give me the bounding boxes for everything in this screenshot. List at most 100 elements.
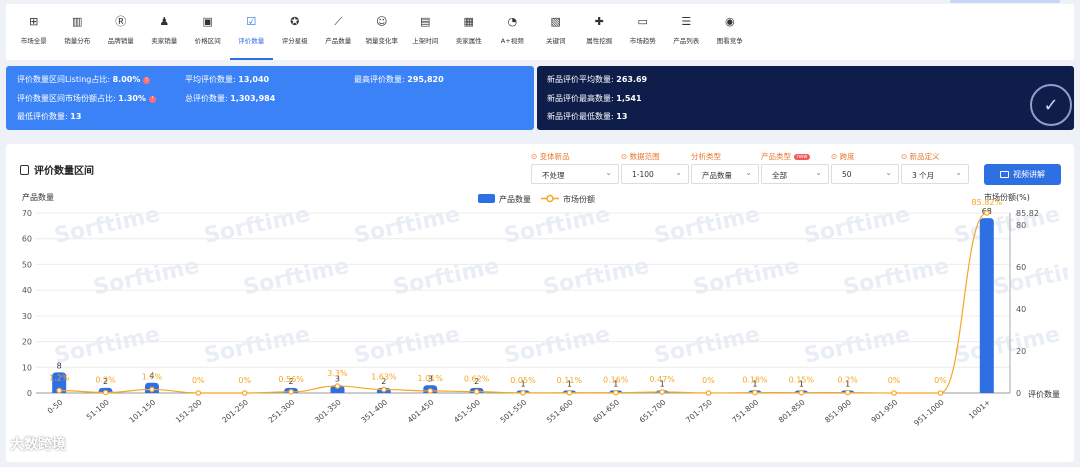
- nav-tab-6[interactable]: ✪ 评分星级: [273, 4, 317, 60]
- bar-value-label: 8: [57, 361, 62, 370]
- share-value-label: 3.3%: [327, 369, 348, 378]
- y-right-tick-label: 40: [1016, 305, 1026, 314]
- share-value-label: 0%: [192, 376, 205, 385]
- filter-select[interactable]: 不处理 ⌄: [531, 164, 619, 184]
- nav-tab-16[interactable]: ◉ 图看竞争: [708, 4, 752, 60]
- puzzle-icon: ✚: [594, 15, 604, 28]
- warning-icon[interactable]: !: [143, 77, 151, 84]
- y-right-tick-label: 80: [1016, 221, 1026, 230]
- nav-tab-8[interactable]: ☺ 销量变化率: [360, 4, 404, 60]
- share-value-label: 0.15%: [789, 376, 815, 385]
- panel-title-text: 评价数量区间: [34, 166, 94, 177]
- x-tick-label: 701-750: [684, 397, 714, 424]
- share-value-label: 0%: [702, 376, 715, 385]
- nav-tab-5[interactable]: ☑ 评价数量: [229, 4, 273, 60]
- new-avg-label: 新品评价平均数量:: [547, 75, 614, 84]
- list-icon: ☰: [681, 15, 692, 28]
- share-value-label: 0%: [238, 376, 251, 385]
- share-point: [937, 390, 944, 396]
- new-min-value: 13: [616, 112, 628, 121]
- nav-tab-4[interactable]: ▣ 价格区间: [186, 4, 230, 60]
- analysis-nav: ⊞ 市场全景 ▥ 销量分布 Ⓡ 品牌销量 ♟ 卖家销量 ▣ 价格区间 ☑ 评价数量 ✪ 评分星级 ⟋ 产品数量…: [6, 4, 1074, 60]
- share-point: [56, 387, 62, 394]
- y-tick-label: 40: [22, 286, 32, 295]
- filter-select[interactable]: 1-100 ⌄: [621, 164, 689, 184]
- nav-tab-3[interactable]: ♟ 卖家销量: [143, 4, 187, 60]
- chart-watermark: Sorftime: [391, 254, 501, 301]
- chart-watermark: Sorftime: [241, 254, 351, 301]
- filter-label: ⊙ 新品定义: [901, 151, 940, 162]
- nav-tab-1[interactable]: ▥ 销量分布: [56, 4, 100, 60]
- filter-label-text: 分析类型: [691, 152, 721, 161]
- share-point: [241, 390, 248, 396]
- share-point: [149, 386, 155, 393]
- chart-watermark: Sorftime: [352, 202, 462, 249]
- nav-tab-12[interactable]: ▧ 关键词: [534, 4, 578, 60]
- x-tick-label: 251-300: [267, 397, 297, 424]
- video-tutorial-button[interactable]: 视频讲解: [984, 164, 1061, 185]
- filter-select[interactable]: 3 个月 ⌄: [901, 164, 969, 184]
- filter-label-text: 变体新品: [539, 152, 570, 161]
- share-value-label: 0.62%: [464, 375, 490, 384]
- y-right-tick-label: 20: [1016, 347, 1026, 356]
- share-point: [984, 210, 990, 216]
- max-reviews-stat: 最高评价数量: 295,820: [354, 74, 444, 85]
- warning-icon[interactable]: !: [149, 96, 157, 103]
- nav-tab-0[interactable]: ⊞ 市场全景: [12, 4, 56, 60]
- nav-tab-14[interactable]: ▭ 市场趋势: [621, 4, 665, 60]
- nav-tab-15[interactable]: ☰ 产品列表: [665, 4, 709, 60]
- chart-watermark: Sorftime: [691, 254, 801, 301]
- nav-tab-label: 产品数量: [325, 37, 352, 45]
- x-tick-label: 0-50: [46, 397, 65, 415]
- y-right-tick-label: 85.82: [1016, 209, 1039, 218]
- max-reviews-value: 295,820: [407, 75, 444, 84]
- nav-tab-label: 市场趋势: [629, 37, 656, 45]
- new-min-label: 新品评价最低数量:: [547, 112, 614, 121]
- max-reviews-label: 最高评价数量:: [354, 75, 405, 84]
- share-value-label: 0.05%: [510, 376, 536, 385]
- listing-ratio-label: 评价数量区间Listing占比:: [17, 75, 111, 84]
- nav-tab-label: 价格区间: [194, 37, 221, 45]
- y-tick-label: 60: [22, 235, 32, 244]
- share-value-label: 85.82%: [972, 198, 1003, 207]
- nav-tab-label: 市场全景: [20, 37, 47, 45]
- filter-value: 50: [842, 170, 852, 179]
- x-tick-label: 601-650: [591, 397, 621, 424]
- chart-watermark: Sorftime: [541, 254, 651, 301]
- nav-tab-7[interactable]: ⟋ 产品数量: [317, 4, 361, 60]
- share-point: [102, 389, 109, 396]
- filter-select[interactable]: 全部 ⌄: [761, 164, 829, 184]
- nav-tab-2[interactable]: Ⓡ 品牌销量: [99, 4, 143, 60]
- x-tick-label: 51-100: [85, 397, 111, 421]
- sorftime-badge-icon: ✓: [1030, 84, 1072, 126]
- nav-tab-10[interactable]: ▦ 卖家属性: [447, 4, 491, 60]
- filter-label: 分析类型: [691, 151, 721, 162]
- y-axis-title: 产品数量: [22, 192, 54, 202]
- filter-select[interactable]: 50 ⌄: [831, 164, 899, 184]
- filter-value: 1-100: [632, 170, 654, 179]
- nav-tab-label: 销量变化率: [365, 37, 399, 45]
- clock-icon: ⊙: [531, 152, 540, 161]
- y-right-tick-label: 0: [1016, 389, 1021, 398]
- share-point: [659, 389, 665, 395]
- share-point: [288, 389, 294, 395]
- share-value-label: 0.2%: [95, 376, 116, 385]
- share-point: [520, 390, 526, 396]
- share-value-label: 1.7%: [142, 372, 163, 381]
- avg-reviews-value: 13,040: [238, 75, 270, 84]
- nav-tab-13[interactable]: ✚ 属性挖掘: [578, 4, 622, 60]
- filter-select[interactable]: 产品数量 ⌄: [691, 164, 759, 184]
- filter-label-text: 跨度: [839, 152, 855, 161]
- chart-watermark: Sorftime: [502, 322, 612, 369]
- nav-tab-9[interactable]: ▤ 上架时间: [404, 4, 448, 60]
- new-avg-stat: 新品评价平均数量: 263.69: [547, 74, 647, 85]
- chevron-down-icon: ⌄: [815, 168, 822, 177]
- nav-tab-11[interactable]: ◔ A+视频: [491, 4, 535, 60]
- nav-tab-label: 属性挖掘: [586, 37, 613, 45]
- share-value-label: 1.63%: [371, 373, 397, 382]
- chevron-down-icon: ⌄: [675, 168, 682, 177]
- x-axis-title: 评价数量: [1028, 389, 1060, 399]
- min-reviews-label: 最低评价数量:: [17, 112, 68, 121]
- clock-icon: ⊙: [621, 152, 630, 161]
- share-point: [334, 383, 341, 389]
